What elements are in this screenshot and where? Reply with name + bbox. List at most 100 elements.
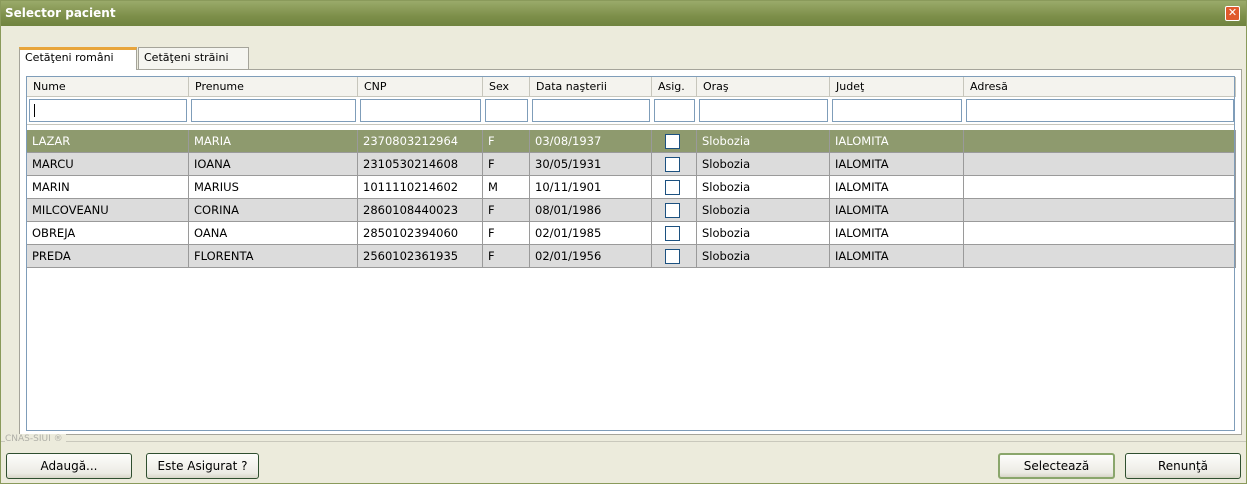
cell-adresa	[964, 245, 1236, 268]
cell-asig	[652, 222, 697, 245]
cell-adresa	[964, 153, 1236, 176]
cell-data-nasterii: 02/01/1956	[530, 245, 652, 268]
tab-foreign-citizens[interactable]: Cetăţeni străini	[138, 47, 249, 69]
cell-oras: Slobozia	[697, 245, 830, 268]
filter-input-col-oras[interactable]	[699, 99, 828, 122]
cell-oras: Slobozia	[697, 130, 830, 153]
cell-sex: F	[483, 153, 530, 176]
filter-input-col-prenume[interactable]	[191, 99, 356, 122]
table-row[interactable]: MARCU IOANA 2310530214608 F 30/05/1931 Sloboz…	[27, 153, 1236, 176]
cell-nume: MILCOVEANU	[27, 199, 189, 222]
cell-judet: IALOMITA	[830, 222, 964, 245]
tab-panel: Nume Prenume CNP Sex Data naşterii Asig. Oraş J…	[19, 69, 1242, 435]
footer-divider	[1, 441, 1246, 442]
cell-adresa	[964, 176, 1236, 199]
cell-asig	[652, 130, 697, 153]
checkbox-icon[interactable]	[665, 157, 680, 172]
cell-nume: OBREJA	[27, 222, 189, 245]
filter-input-col-judet[interactable]	[832, 99, 962, 122]
is-insured-button[interactable]: Este Asigurat ?	[146, 453, 259, 479]
cell-cnp: 2370803212964	[358, 130, 483, 153]
cancel-button[interactable]: Renunţă	[1125, 453, 1241, 479]
cell-asig	[652, 176, 697, 199]
title-bar: Selector pacient ✕	[1, 1, 1246, 26]
header-col-oras[interactable]: Oraş	[697, 77, 830, 97]
header-col-judet[interactable]: Judeţ	[830, 77, 964, 97]
cell-nume: MARIN	[27, 176, 189, 199]
cell-prenume: FLORENTA	[189, 245, 358, 268]
table-row[interactable]: MARIN MARIUS 1011110214602 M 10/11/1901 Slobo…	[27, 176, 1236, 199]
cell-prenume: IOANA	[189, 153, 358, 176]
cell-nume: PREDA	[27, 245, 189, 268]
cell-data-nasterii: 02/01/1985	[530, 222, 652, 245]
filter-input-col-nume[interactable]	[29, 99, 187, 122]
filter-input-col-adresa[interactable]	[966, 99, 1234, 122]
header-col-data-nasterii[interactable]: Data naşterii	[530, 77, 652, 97]
cell-prenume: MARIUS	[189, 176, 358, 199]
cell-sex: F	[483, 222, 530, 245]
cell-cnp: 2560102361935	[358, 245, 483, 268]
header-col-asig[interactable]: Asig.	[652, 77, 697, 97]
text-caret	[34, 104, 35, 117]
cell-nume: LAZAR	[27, 130, 189, 153]
window-title: Selector pacient	[5, 6, 116, 20]
cell-data-nasterii: 08/01/1986	[530, 199, 652, 222]
cell-data-nasterii: 10/11/1901	[530, 176, 652, 199]
table-row[interactable]: LAZAR MARIA 2370803212964 F 03/08/1937 Sloboz…	[27, 130, 1236, 153]
header-col-nume[interactable]: Nume	[27, 77, 189, 97]
cell-judet: IALOMITA	[830, 245, 964, 268]
cell-sex: F	[483, 130, 530, 153]
checkbox-icon[interactable]	[665, 249, 680, 264]
cell-cnp: 2860108440023	[358, 199, 483, 222]
tab-romanian-citizens[interactable]: Cetăţeni români	[19, 47, 137, 70]
header-col-adresa[interactable]: Adresă	[964, 77, 1236, 97]
filter-input-col-sex[interactable]	[485, 99, 528, 122]
filter-row	[27, 97, 1234, 125]
checkbox-icon[interactable]	[665, 203, 680, 218]
cell-cnp: 2850102394060	[358, 222, 483, 245]
header-col-prenume[interactable]: Prenume	[189, 77, 358, 97]
checkbox-icon[interactable]	[665, 180, 680, 195]
cell-oras: Slobozia	[697, 222, 830, 245]
table-row[interactable]: PREDA FLORENTA 2560102361935 F 02/01/1956 Slo…	[27, 245, 1236, 268]
patient-grid: Nume Prenume CNP Sex Data naşterii Asig. Oraş J…	[26, 76, 1236, 431]
header-col-sex[interactable]: Sex	[483, 77, 530, 97]
footer-tag: CNAS-SIUI ®	[5, 434, 66, 444]
filter-input-col-data-nasterii[interactable]	[532, 99, 650, 122]
cell-cnp: 2310530214608	[358, 153, 483, 176]
cell-asig	[652, 199, 697, 222]
cell-adresa	[964, 222, 1236, 245]
cell-sex: F	[483, 199, 530, 222]
cell-judet: IALOMITA	[830, 176, 964, 199]
cell-asig	[652, 153, 697, 176]
cell-cnp: 1011110214602	[358, 176, 483, 199]
grid-header: Nume Prenume CNP Sex Data naşterii Asig. Oraş J…	[27, 77, 1236, 97]
cell-sex: F	[483, 245, 530, 268]
cell-prenume: CORINA	[189, 199, 358, 222]
patient-selector-window: Selector pacient ✕ Cetăţeni români Cetăţ…	[0, 0, 1247, 484]
cell-judet: IALOMITA	[830, 130, 964, 153]
cell-oras: Slobozia	[697, 176, 830, 199]
cell-asig	[652, 245, 697, 268]
cell-sex: M	[483, 176, 530, 199]
cell-oras: Slobozia	[697, 199, 830, 222]
cell-data-nasterii: 03/08/1937	[530, 130, 652, 153]
select-button[interactable]: Selectează	[998, 453, 1115, 479]
add-button[interactable]: Adaugă...	[6, 453, 132, 479]
cell-adresa	[964, 199, 1236, 222]
cell-judet: IALOMITA	[830, 153, 964, 176]
filter-input-col-asig[interactable]	[654, 99, 695, 122]
table-row[interactable]: MILCOVEANU CORINA 2860108440023 F 08/01/1986…	[27, 199, 1236, 222]
cell-prenume: OANA	[189, 222, 358, 245]
cell-adresa	[964, 130, 1236, 153]
checkbox-icon[interactable]	[665, 134, 680, 149]
checkbox-icon[interactable]	[665, 226, 680, 241]
cell-data-nasterii: 30/05/1931	[530, 153, 652, 176]
cell-judet: IALOMITA	[830, 199, 964, 222]
table-row[interactable]: OBREJA OANA 2850102394060 F 02/01/1985 Sloboz…	[27, 222, 1236, 245]
cell-prenume: MARIA	[189, 130, 358, 153]
filter-input-col-cnp[interactable]	[360, 99, 481, 122]
header-col-cnp[interactable]: CNP	[358, 77, 483, 97]
close-icon[interactable]: ✕	[1225, 6, 1240, 21]
cell-nume: MARCU	[27, 153, 189, 176]
